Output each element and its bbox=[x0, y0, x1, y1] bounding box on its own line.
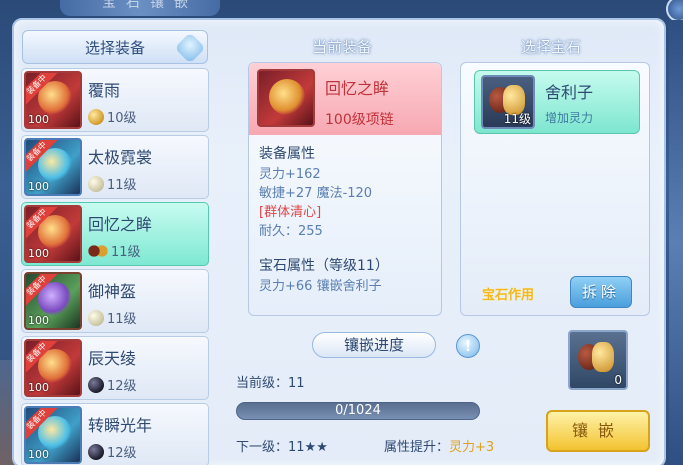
equipment-name: 覆雨 bbox=[88, 81, 121, 100]
equipment-attributes-title: 装备属性 bbox=[259, 146, 315, 162]
gem-effect-label[interactable]: 宝石作用 bbox=[482, 284, 534, 303]
equipment-name: 辰天绫 bbox=[88, 349, 137, 368]
equipment-level: 100 bbox=[28, 314, 49, 327]
gem-description: 增加灵力 bbox=[545, 111, 594, 125]
current-level: 当前级：11 bbox=[236, 376, 305, 391]
current-equipment-card: 回忆之眸 100级项链 装备属性 灵力+162 敏捷+27 魔法-120 [群体… bbox=[248, 62, 442, 316]
equipment-level: 100 bbox=[28, 113, 49, 126]
equipment-item-zhuanshun-guangnian[interactable]: 装备中 100 转瞬光年 12级 bbox=[21, 403, 209, 465]
gem-attribute-line: 灵力+66 镶嵌舍利子 bbox=[259, 279, 382, 294]
black-gem-icon bbox=[88, 376, 104, 393]
equipment-list-title: 选择装备 bbox=[84, 38, 145, 57]
equipment-name: 太极霓裳 bbox=[88, 148, 153, 167]
progress-text: 0/1024 bbox=[335, 403, 381, 418]
current-equipment-title: 当前装备 bbox=[312, 38, 373, 56]
equipment-name: 回忆之眸 bbox=[325, 79, 390, 98]
durability-line: 耐久：255 bbox=[259, 224, 323, 239]
equipment-level: 100 bbox=[28, 381, 49, 394]
equipment-item-taiji-nichang[interactable]: 装备中 100 太极霓裳 11级 bbox=[21, 135, 209, 199]
attribute-line: 敏捷+27 魔法-120 bbox=[259, 186, 373, 201]
gem-thumbnail: 11级 bbox=[481, 75, 535, 129]
equipment-level: 100 bbox=[28, 180, 49, 193]
attribute-increase-value: 灵力+3 bbox=[449, 440, 495, 455]
equipment-item-huiyi-zhimou[interactable]: 装备中 100 回忆之眸 11级 bbox=[21, 202, 209, 266]
equipment-level: 100 bbox=[28, 247, 49, 260]
equipment-item-chentian-ling[interactable]: 装备中 100 辰天绫 12级 bbox=[21, 336, 209, 400]
gem-material-slot[interactable]: 0 bbox=[568, 330, 628, 390]
inlay-progress-bar: 0/1024 bbox=[236, 402, 480, 420]
window-title: 宝石镶嵌 bbox=[102, 0, 198, 11]
necklace-icon bbox=[257, 69, 315, 127]
equipment-level: 100 bbox=[28, 448, 49, 461]
equipment-item-fuyu[interactable]: 装备中 100 覆雨 10级 bbox=[21, 68, 209, 132]
equipment-gem-level: 10级 bbox=[88, 107, 137, 126]
black-gem-icon bbox=[88, 443, 104, 460]
equipment-thumbnail: 装备中 100 bbox=[24, 406, 82, 464]
equipment-gem-level: 12级 bbox=[88, 442, 137, 461]
next-level: 下一级：11★★ bbox=[236, 440, 328, 455]
remove-gem-button[interactable]: 拆除 bbox=[570, 276, 632, 308]
equipment-thumbnail: 装备中 100 bbox=[24, 71, 82, 129]
gem-level-text: 11级 bbox=[107, 178, 137, 193]
equipment-gem-level: 12级 bbox=[88, 375, 137, 394]
gem-item-sheli[interactable]: 11级 舍利子 增加灵力 bbox=[474, 70, 640, 134]
equipment-thumbnail: 装备中 100 bbox=[24, 205, 82, 263]
gem-level-text: 10级 bbox=[107, 111, 137, 126]
equipment-gem-level: 11级 bbox=[88, 308, 137, 327]
equipment-thumbnail: 装备中 100 bbox=[24, 272, 82, 330]
close-button[interactable] bbox=[666, 0, 683, 22]
gem-level: 11级 bbox=[503, 112, 531, 126]
gold-gem-icon bbox=[88, 108, 104, 125]
inlay-button[interactable]: 镶嵌 bbox=[546, 410, 650, 452]
sheli-gem-icon-secondary bbox=[592, 342, 614, 372]
equipment-list-header: 选择装备 bbox=[22, 30, 208, 64]
equipment-thumbnail: 装备中 100 bbox=[24, 339, 82, 397]
attribute-increase-label: 属性提升： bbox=[384, 440, 450, 455]
attribute-increase: 属性提升：灵力+3 bbox=[384, 436, 494, 455]
select-gem-title: 选择宝石 bbox=[521, 38, 582, 56]
equipment-thumbnail: 装备中 100 bbox=[24, 138, 82, 196]
inlay-progress-label: 镶嵌进度 bbox=[312, 332, 436, 358]
window-title-banner: 宝石镶嵌 bbox=[60, 0, 220, 16]
gem-attributes-title: 宝石属性（等级11） bbox=[259, 258, 389, 274]
equipment-name: 转瞬光年 bbox=[88, 416, 153, 435]
gem-level-text: 12级 bbox=[107, 446, 137, 461]
equipment-name: 御神盔 bbox=[88, 282, 137, 301]
background-decoration-right bbox=[669, 20, 683, 465]
pearl-gem-icon bbox=[88, 175, 104, 192]
equipment-list[interactable]: 装备中 100 覆雨 10级 装备中 100 太极霓裳 11级 装备中 100 … bbox=[21, 68, 211, 465]
special-skill-line: [群体清心] bbox=[259, 205, 322, 220]
attribute-line: 灵力+162 bbox=[259, 167, 321, 182]
equipment-name: 回忆之眸 bbox=[88, 215, 153, 234]
gem-level-text: 11级 bbox=[107, 312, 137, 327]
equipment-gem-level: 11级 bbox=[88, 241, 141, 260]
equipment-header: 回忆之眸 100级项链 bbox=[249, 63, 441, 135]
equipment-type: 100级项链 bbox=[325, 112, 394, 128]
gem-name: 舍利子 bbox=[545, 83, 594, 102]
equipment-gem-level: 11级 bbox=[88, 174, 137, 193]
gem-level-text: 12级 bbox=[107, 379, 137, 394]
sheli-gem-icon bbox=[88, 242, 108, 259]
gem-level-text: 11级 bbox=[111, 245, 141, 260]
pearl-gem-icon bbox=[88, 309, 104, 326]
info-icon[interactable]: ! bbox=[456, 334, 480, 358]
gem-count: 0 bbox=[614, 373, 622, 387]
gem-decoration-icon bbox=[174, 32, 206, 64]
equipment-item-yushen-kui[interactable]: 装备中 100 御神盔 11级 bbox=[21, 269, 209, 333]
necklace-art bbox=[269, 79, 305, 115]
